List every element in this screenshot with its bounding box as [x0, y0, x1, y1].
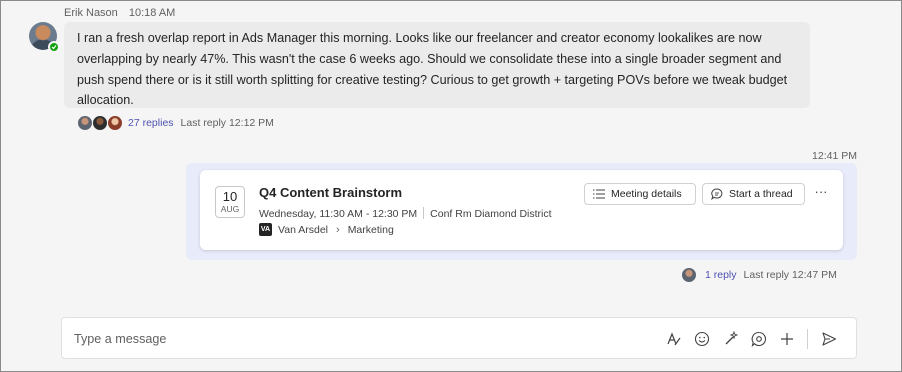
replier-avatar	[77, 115, 93, 131]
replier-avatar	[92, 115, 108, 131]
message-time: 10:18 AM	[128, 7, 176, 19]
org-logo: VA	[259, 223, 272, 236]
thread-summary[interactable]: 1 reply Last reply 12:47 PM	[681, 266, 837, 284]
more-options-icon[interactable]: ···	[812, 185, 830, 203]
list-icon	[593, 189, 605, 199]
meeting-title[interactable]: Q4 Content Brainstorm	[259, 185, 402, 200]
loop-icon[interactable]	[749, 329, 769, 349]
sender-name: Erik Nason	[64, 7, 118, 19]
emoji-icon[interactable]	[692, 329, 712, 349]
chevron-right-icon: ›	[336, 223, 340, 236]
message-input[interactable]	[74, 328, 634, 350]
message-header: Erik Nason 10:18 AM	[64, 7, 175, 19]
replier-avatar	[681, 267, 697, 283]
copilot-icon[interactable]	[721, 329, 741, 349]
start-thread-button[interactable]: Start a thread	[702, 183, 805, 205]
compose-box	[61, 317, 857, 359]
separator	[423, 207, 425, 219]
org-name: Van Arsdel	[278, 223, 329, 236]
meeting-month: AUG	[220, 204, 240, 214]
start-thread-label: Start a thread	[729, 188, 793, 200]
meeting-card[interactable]: 10 AUG Q4 Content Brainstorm Wednesday, …	[200, 170, 843, 250]
message-time: 12:41 PM	[812, 150, 857, 162]
replier-avatar	[107, 115, 123, 131]
chat-icon	[711, 188, 723, 200]
meeting-details-label: Meeting details	[611, 188, 682, 200]
send-icon[interactable]	[819, 329, 839, 349]
thread-summary[interactable]: 27 replies Last reply 12:12 PM	[77, 114, 274, 132]
meeting-details-button[interactable]: Meeting details	[584, 183, 696, 205]
add-icon[interactable]	[777, 329, 797, 349]
channel-name: Marketing	[347, 223, 394, 236]
meeting-time-location: Wednesday, 11:30 AM - 12:30 PM Conf Rm Di…	[259, 207, 552, 220]
toolbar-divider	[807, 329, 808, 349]
replies-link[interactable]: 27 replies	[128, 117, 174, 129]
format-icon[interactable]	[664, 329, 684, 349]
presence-available-icon	[48, 41, 60, 53]
last-reply-time: Last reply 12:47 PM	[743, 269, 837, 281]
meeting-date-badge: 10 AUG	[215, 186, 245, 218]
meeting-location: Conf Rm Diamond District	[430, 208, 552, 220]
sender-avatar[interactable]	[29, 22, 60, 53]
last-reply-time: Last reply 12:12 PM	[180, 117, 274, 129]
replies-link[interactable]: 1 reply	[705, 269, 737, 281]
message-text: I ran a fresh overlap report in Ads Mana…	[77, 31, 788, 108]
meeting-day: 10	[222, 189, 238, 204]
meeting-channel-path: VA Van Arsdel › Marketing	[259, 223, 394, 236]
meeting-time: Wednesday, 11:30 AM - 12:30 PM	[259, 208, 418, 220]
message-bubble[interactable]: I ran a fresh overlap report in Ads Mana…	[64, 22, 810, 108]
